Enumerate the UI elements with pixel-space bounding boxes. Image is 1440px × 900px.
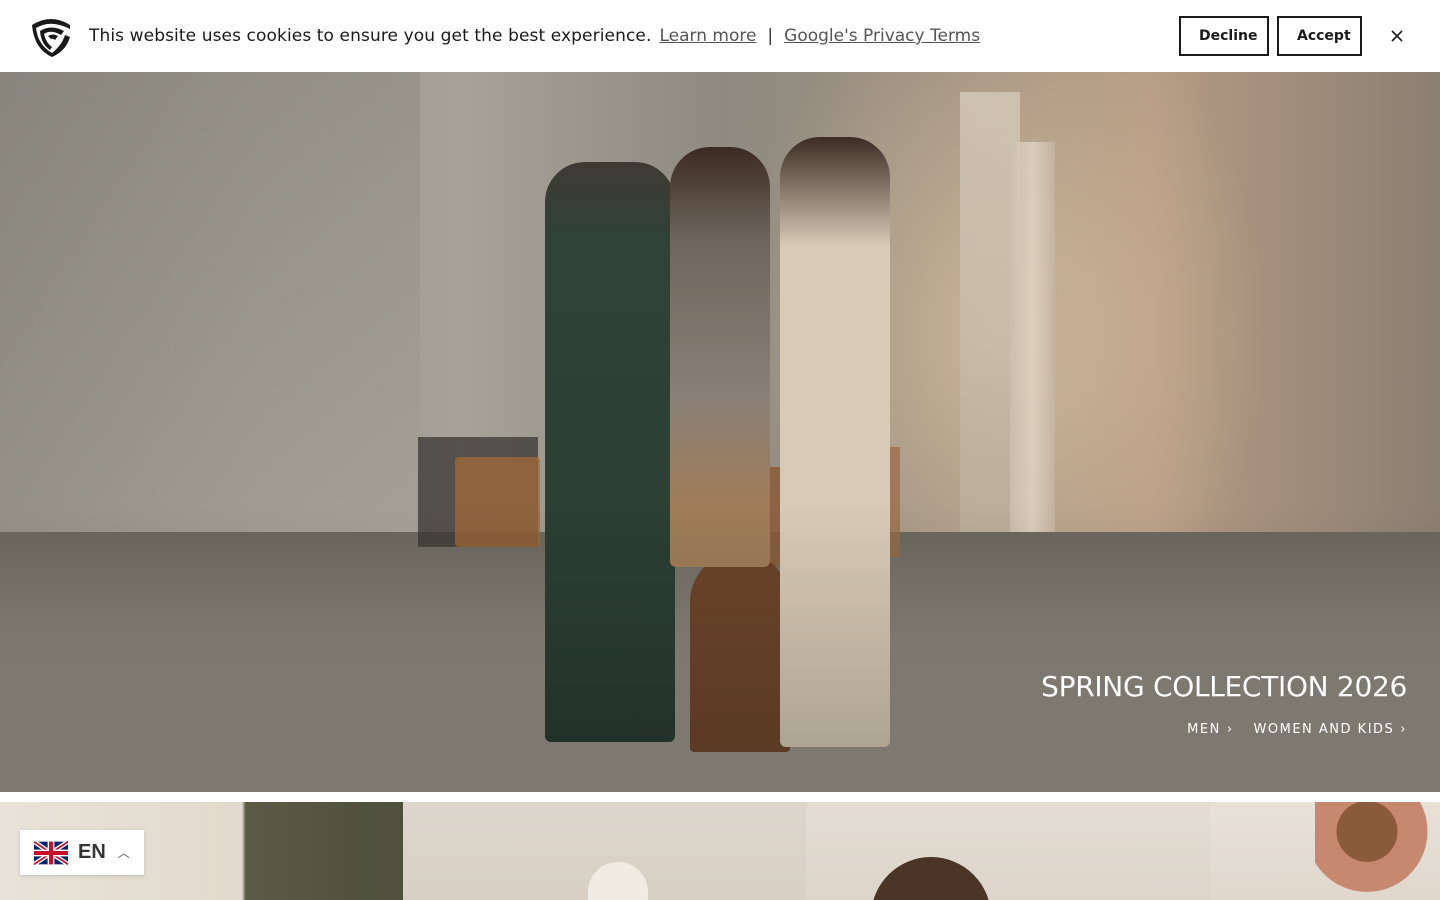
category-tiles <box>0 802 1440 900</box>
hero-banner[interactable]: SPRING COLLECTION 2026 MEN › WOMEN AND K… <box>0 72 1440 792</box>
hero-links: MEN › WOMEN AND KIDS › <box>1041 722 1407 737</box>
hero-link-label: MEN <box>1187 722 1221 737</box>
hero-link-men[interactable]: MEN › <box>1187 722 1233 737</box>
learn-more-link[interactable]: Learn more <box>659 26 756 46</box>
category-tile[interactable] <box>403 802 806 900</box>
uk-flag-icon <box>34 840 68 865</box>
accept-button[interactable]: Accept <box>1277 16 1362 56</box>
privacy-terms-link[interactable]: Google's Privacy Terms <box>784 26 980 46</box>
shield-logo-icon <box>28 15 74 57</box>
language-code: EN <box>78 841 106 863</box>
cookie-banner: This website uses cookies to ensure you … <box>0 0 1440 72</box>
decline-button[interactable]: Decline <box>1179 16 1269 56</box>
hero-caption: SPRING COLLECTION 2026 MEN › WOMEN AND K… <box>1041 670 1407 737</box>
link-separator: | <box>767 26 774 46</box>
hero-title: SPRING COLLECTION 2026 <box>1041 670 1407 703</box>
category-tile[interactable] <box>806 802 1210 900</box>
cookie-message: This website uses cookies to ensure you … <box>89 26 652 46</box>
language-switcher[interactable]: EN ︿ <box>20 830 144 875</box>
chevron-right-icon: › <box>1226 722 1234 737</box>
hero-link-label: WOMEN AND KIDS <box>1253 722 1395 737</box>
cookie-actions: Decline Accept <box>1179 16 1412 56</box>
hero-link-women-and-kids[interactable]: WOMEN AND KIDS › <box>1254 722 1407 737</box>
category-tile[interactable] <box>1210 802 1440 900</box>
chevron-right-icon: › <box>1400 722 1407 737</box>
chevron-up-icon: ︿ <box>117 846 130 860</box>
close-icon[interactable] <box>1382 21 1412 51</box>
